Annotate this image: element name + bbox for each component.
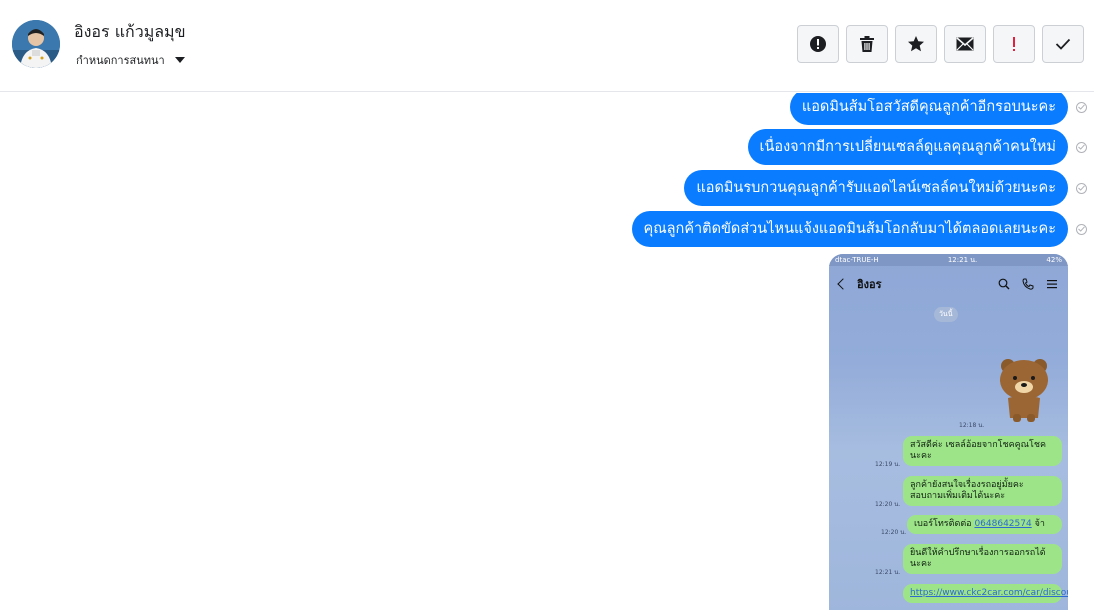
- phone-status-bar: dtac-TRUE-H 12:21 น. 42%: [829, 254, 1068, 266]
- caret-down-icon: [174, 57, 185, 63]
- message-time: 12:21 น.: [875, 569, 901, 576]
- priority-button[interactable]: [993, 25, 1035, 63]
- phone-number-link: 0648642574: [974, 519, 1032, 529]
- conversation-status-label: กำหนดการสนทนา: [76, 54, 165, 67]
- carrier-label: dtac-TRUE-H: [835, 256, 879, 264]
- line-message-bubble: ยินดีให้คำปรึกษาเรื่องการออกรถได้นะคะ: [903, 544, 1062, 574]
- conversation-status-dropdown[interactable]: กำหนดการสนทนา: [76, 51, 185, 69]
- trash-icon: [860, 36, 874, 52]
- mark-unread-button[interactable]: [944, 25, 986, 63]
- toolbar: [797, 25, 1084, 63]
- message-time: 12:19 น.: [875, 461, 901, 468]
- message-row: แอดมินรบกวนคุณลูกค้ารับแอดไลน์เซลล์คนใหม…: [684, 170, 1094, 206]
- star-button[interactable]: [895, 25, 937, 63]
- bear-sticker-icon: [1000, 359, 1048, 422]
- line-chat-name: อิงอร: [857, 278, 882, 291]
- check-icon: [1055, 38, 1071, 50]
- message-time: 12:18 น.: [959, 422, 985, 429]
- avatar[interactable]: [12, 20, 60, 68]
- conversation-header: อิงอร แก้วมูลมุข กำหนดการสนทนา: [0, 0, 1094, 92]
- message-thread[interactable]: แอดมินส้มโอสวัสดีคุณลูกค้าอีกรอบนะคะ เนื…: [0, 93, 1094, 610]
- line-message-bubble: เบอร์โทรติดต่อ 0648642574 จ้า: [907, 515, 1062, 534]
- message-bubble[interactable]: คุณลูกค้าติดขัดส่วนไหนแจ้งแอดมินส้มโอกลั…: [631, 211, 1068, 247]
- message-row: คุณลูกค้าติดขัดส่วนไหนแจ้งแอดมินส้มโอกลั…: [631, 211, 1094, 247]
- star-icon: [908, 36, 924, 52]
- report-button[interactable]: [797, 25, 839, 63]
- sent-check-icon: [1076, 141, 1087, 153]
- delete-button[interactable]: [846, 25, 888, 63]
- envelope-icon: [956, 37, 974, 51]
- contact-name: อิงอร แก้วมูลมุข: [74, 22, 186, 41]
- sent-check-icon: [1076, 223, 1087, 235]
- date-divider: วันนี้: [934, 307, 958, 322]
- battery-label: 42%: [1046, 256, 1062, 264]
- message-bubble[interactable]: แอดมินส้มโอสวัสดีคุณลูกค้าอีกรอบนะคะ: [789, 93, 1068, 125]
- line-message-bubble: https://www.ckc2car.com/car/discount: [903, 584, 1068, 603]
- phone-icon: [1022, 278, 1034, 290]
- menu-icon: [1047, 280, 1057, 289]
- search-icon: [998, 278, 1010, 290]
- attached-screenshot-image[interactable]: dtac-TRUE-H 12:21 น. 42% อิงอร วันนี้ 12…: [829, 254, 1068, 610]
- phone-prefix: เบอร์โทรติดต่อ: [914, 519, 975, 529]
- message-row: แอดมินส้มโอสวัสดีคุณลูกค้าอีกรอบนะคะ: [789, 93, 1094, 125]
- sent-check-icon: [1076, 182, 1087, 194]
- message-time: 12:20 น.: [875, 501, 901, 508]
- line-message-bubble: ลูกค้ายังสนใจเรื่องรถอยู่มั้ยคะ สอบถามเพ…: [903, 476, 1062, 506]
- message-bubble[interactable]: แอดมินรบกวนคุณลูกค้ารับแอดไลน์เซลล์คนใหม…: [684, 170, 1068, 206]
- alert-icon: [810, 36, 826, 52]
- line-chat-header: อิงอร: [829, 266, 1068, 302]
- exclamation-icon: [1013, 37, 1015, 51]
- phone-suffix: จ้า: [1031, 519, 1045, 529]
- sent-check-icon: [1076, 101, 1087, 113]
- website-link: https://www.ckc2car.com/car/discount: [910, 588, 1068, 598]
- message-bubble[interactable]: เนื่องจากมีการเปลี่ยนเซลล์ดูแลคุณลูกค้าค…: [747, 129, 1068, 165]
- message-time: 12:20 น.: [881, 529, 907, 536]
- back-icon: [837, 278, 849, 290]
- phone-time: 12:21 น.: [947, 255, 978, 264]
- message-row: เนื่องจากมีการเปลี่ยนเซลล์ดูแลคุณลูกค้าค…: [747, 129, 1094, 165]
- line-message-bubble: สวัสดีค่ะ เซลล์อ้อยจากโชคคูณโชคนะคะ: [903, 436, 1062, 466]
- mark-done-button[interactable]: [1042, 25, 1084, 63]
